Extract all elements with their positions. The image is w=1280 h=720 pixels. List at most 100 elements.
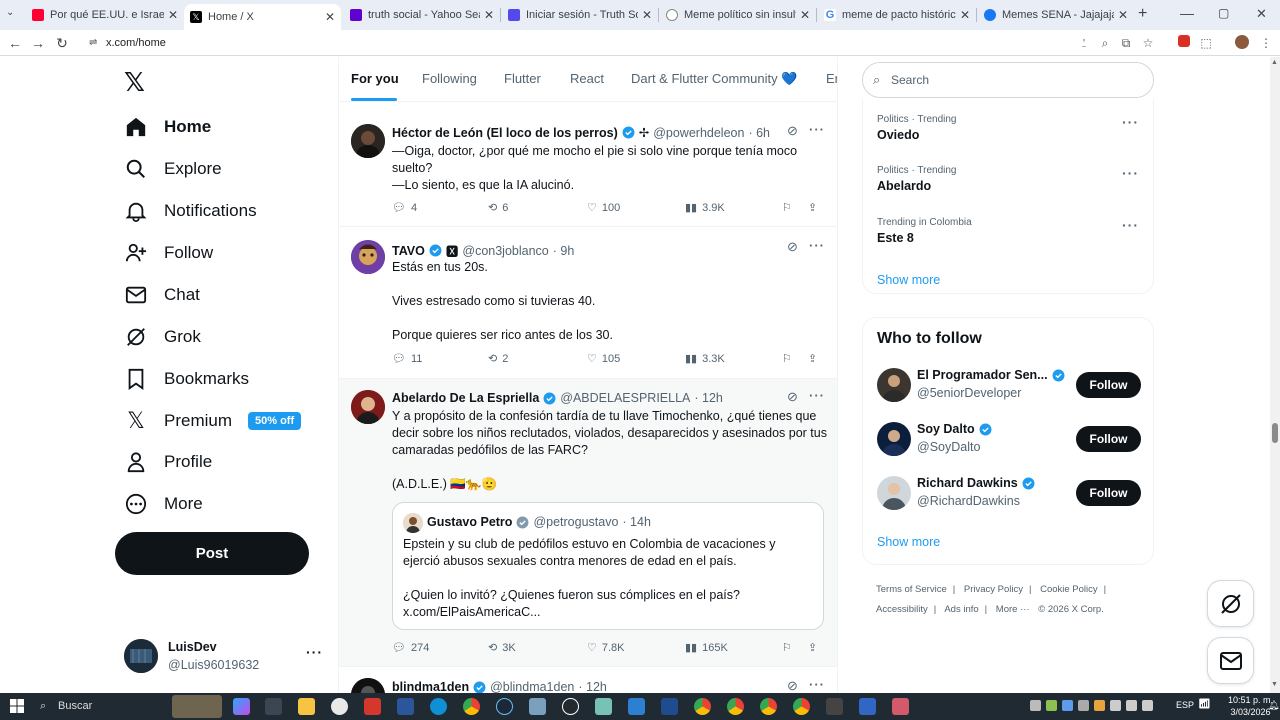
nav-more[interactable]: More	[124, 484, 203, 524]
browser-tab-4[interactable]: Meme político sin insultos ✕	[660, 4, 816, 26]
nav-home[interactable]: Home	[124, 107, 211, 147]
scroll-up-arrow-icon[interactable]: ▲	[1271, 59, 1278, 66]
taskbar-clock[interactable]: 10:51 p. m. 3/03/2026	[1228, 694, 1273, 718]
profile-avatar-icon[interactable]	[1234, 35, 1250, 51]
nav-profile[interactable]: Profile	[124, 442, 212, 482]
app-icon[interactable]	[331, 698, 348, 715]
app-icon[interactable]	[826, 698, 843, 715]
close-window-button[interactable]: ✕	[1256, 6, 1267, 22]
trend-item[interactable]: Trending in Colombia Este 8	[877, 217, 972, 245]
author-handle[interactable]: @blindma1den	[490, 680, 574, 693]
follow-button[interactable]: Follow	[1076, 426, 1141, 452]
author-name[interactable]: Héctor de León (El loco de los perros)	[392, 126, 618, 140]
grok-icon[interactable]: ⊘	[787, 678, 798, 693]
extensions-puzzle-icon[interactable]: ⬚	[1198, 35, 1214, 51]
author-handle[interactable]: @powerhdeleon	[653, 126, 744, 140]
trend-more-icon[interactable]: ···	[1122, 114, 1139, 130]
browser-tab-3[interactable]: Iniciar sesión - Truth Social ✕	[502, 4, 658, 26]
cookie-link[interactable]: Cookie Policy	[1040, 584, 1098, 595]
browser-tab-6[interactable]: Memes SENA - Jajajajaja Pact ✕	[978, 4, 1134, 26]
nav-premium[interactable]: 𝕏 Premium 50% off	[124, 401, 302, 441]
tweet-time[interactable]: · 12h	[694, 391, 723, 405]
messages-fab-button[interactable]	[1207, 637, 1254, 684]
grok-fab-button[interactable]	[1207, 580, 1254, 627]
follow-button[interactable]: Follow	[1076, 480, 1141, 506]
x-logo-icon[interactable]: 𝕏	[124, 68, 145, 98]
repost-button[interactable]: ⟲ 2	[488, 352, 508, 366]
tweet-time[interactable]: · 6h	[748, 126, 770, 140]
author-name[interactable]: Abelardo De La Espriella	[392, 391, 539, 405]
tweet[interactable]: Héctor de León (El loco de los perros) ✢…	[339, 112, 837, 227]
author-name[interactable]: TAVO	[392, 244, 425, 258]
tab-flutter[interactable]: Flutter	[504, 71, 541, 86]
back-arrow-icon[interactable]: ←	[6, 34, 24, 52]
system-tray-icons[interactable]	[1030, 700, 1170, 713]
reload-icon[interactable]: ↻	[53, 34, 71, 52]
chrome-icon[interactable]	[760, 698, 777, 715]
tab-react[interactable]: React	[570, 71, 604, 86]
scrollbar-thumb[interactable]	[1272, 423, 1278, 443]
word-icon[interactable]	[397, 698, 414, 715]
task-view-icon[interactable]	[265, 698, 282, 715]
author-name[interactable]: blindma1den	[392, 680, 469, 693]
tab-list-chevron-icon[interactable]: ⌄	[6, 7, 14, 18]
edge-icon[interactable]	[430, 698, 447, 715]
nav-bookmarks[interactable]: Bookmarks	[124, 359, 249, 399]
close-tab-icon[interactable]: ✕	[642, 8, 652, 22]
bookmark-button[interactable]: ⚐	[782, 201, 792, 214]
extension-badge-icon[interactable]	[1176, 35, 1192, 51]
more-link[interactable]: More ···	[996, 604, 1030, 615]
page-scrollbar[interactable]: ▲ ▼	[1270, 57, 1280, 693]
accessibility-link[interactable]: Accessibility	[876, 604, 928, 615]
tweet-time[interactable]: · 12h	[578, 680, 607, 693]
suggested-user[interactable]: Soy Dalto @SoyDalto Follow	[877, 422, 1141, 462]
zoom-icon[interactable]: ⌕	[1097, 35, 1113, 51]
trend-item[interactable]: Politics · Trending Abelardo	[877, 165, 956, 193]
app-icon[interactable]	[628, 698, 645, 715]
like-button[interactable]: ♡ 7.8K	[587, 641, 625, 655]
app-icon[interactable]	[595, 698, 612, 715]
suggested-user[interactable]: Richard Dawkins @RichardDawkins Follow	[877, 476, 1141, 516]
tab-following[interactable]: Following	[422, 71, 477, 86]
tab-dart-flutter-community[interactable]: Dart & Flutter Community 💙	[631, 71, 797, 87]
quoted-tweet[interactable]: Gustavo Petro @petrogustavo · 14h Epstei…	[392, 502, 824, 630]
browser-tab-0[interactable]: Por qué EE.UU. e Israel atacaron ✕	[26, 4, 184, 26]
repost-button[interactable]: ⟲ 3K	[488, 641, 516, 655]
app-icon[interactable]	[892, 698, 909, 715]
browser-tab-2[interactable]: truth social - Yahoo Search Tu ✕	[344, 4, 500, 26]
tweet[interactable]: Abelardo De La Espriella @ABDELAESPRIELL…	[339, 379, 837, 667]
chrome-icon[interactable]	[793, 698, 810, 715]
reply-button[interactable]: 💬︎ 11	[392, 352, 422, 366]
tweet-avatar[interactable]	[351, 678, 385, 693]
terms-link[interactable]: Terms of Service	[876, 584, 947, 595]
share-button[interactable]: ⇪	[808, 352, 817, 365]
post-button[interactable]: Post	[115, 532, 309, 575]
close-tab-icon[interactable]: ✕	[168, 8, 178, 22]
nav-notifications[interactable]: Notifications	[124, 191, 257, 231]
translate-icon[interactable]: ⍘	[1076, 35, 1092, 51]
like-button[interactable]: ♡ 105	[587, 352, 620, 366]
chrome-icon[interactable]	[727, 698, 744, 715]
nav-follow[interactable]: Follow	[124, 233, 213, 273]
tweet-avatar[interactable]	[351, 124, 385, 158]
tweet[interactable]: blindma1den @blindma1den · 12h ⊘ ···	[339, 667, 837, 693]
grok-icon[interactable]: ⊘	[787, 123, 798, 139]
trend-more-icon[interactable]: ···	[1122, 217, 1139, 233]
app-icon[interactable]	[529, 698, 546, 715]
browser-tab-1[interactable]: 𝕏 Home / X ✕	[184, 4, 341, 30]
account-more-icon[interactable]: ···	[306, 644, 323, 660]
tweet-more-icon[interactable]: ···	[809, 238, 825, 253]
like-button[interactable]: ♡ 100	[587, 201, 620, 215]
tweet[interactable]: TAVO 🆇 @con3joblanco · 9h ⊘ ··· Estás en…	[339, 227, 837, 379]
nav-explore[interactable]: Explore	[124, 149, 222, 189]
views-button[interactable]: ▮▮ 3.9K	[685, 201, 725, 215]
powershell-icon[interactable]	[661, 698, 678, 715]
close-tab-icon[interactable]: ✕	[800, 8, 810, 22]
follow-button[interactable]: Follow	[1076, 372, 1141, 398]
close-tab-icon[interactable]: ✕	[1118, 8, 1128, 22]
reply-button[interactable]: 💬︎ 274	[392, 641, 429, 655]
author-handle[interactable]: @ABDELAESPRIELLA	[560, 391, 690, 405]
tweet-more-icon[interactable]: ···	[809, 388, 825, 403]
browser-tab-5[interactable]: G meme de pacto histórico - Bus ✕	[818, 4, 976, 26]
network-icon[interactable]: 📶︎	[1198, 699, 1211, 710]
